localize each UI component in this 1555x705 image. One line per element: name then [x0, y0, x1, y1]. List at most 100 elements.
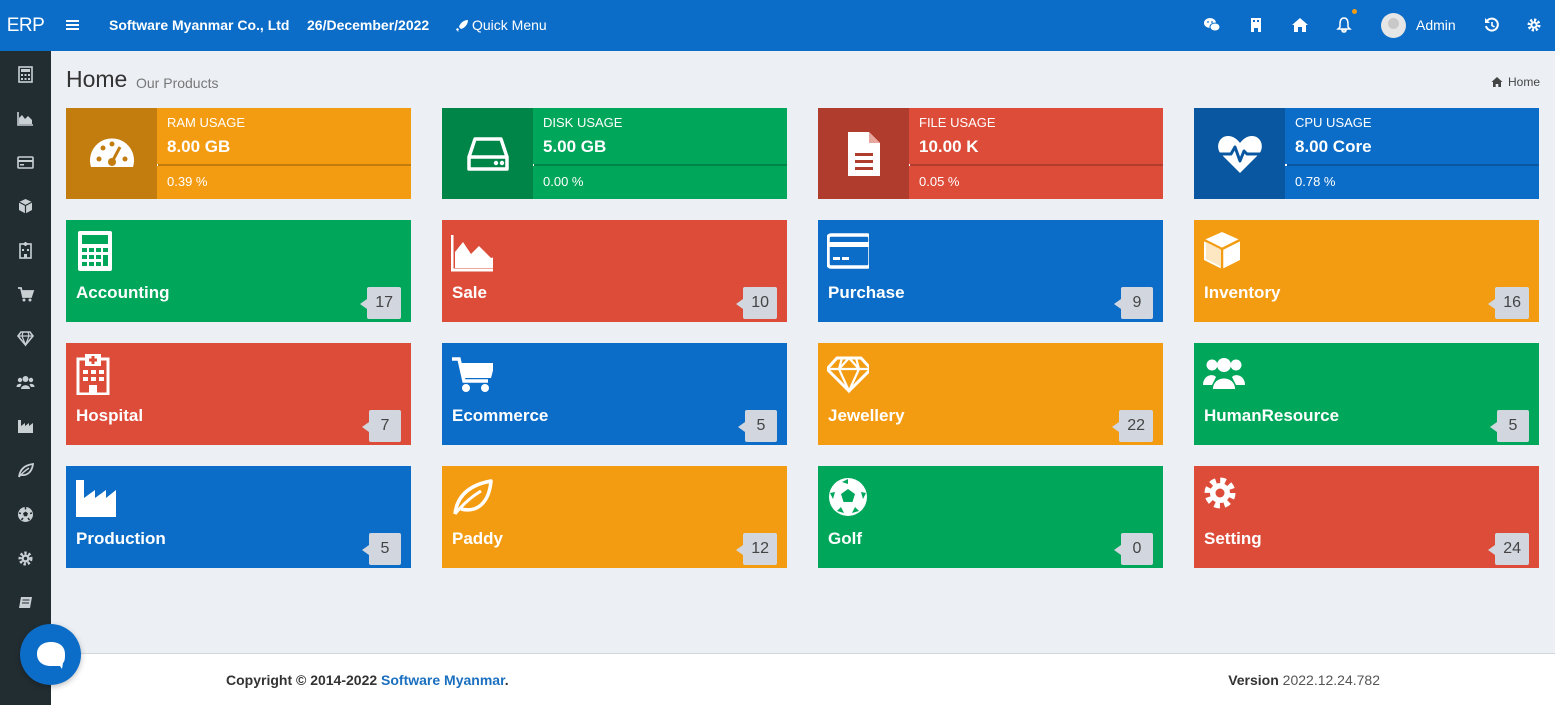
- leaf-icon: [451, 476, 493, 518]
- chat-widget-button[interactable]: [20, 624, 81, 685]
- module-label: Setting: [1204, 529, 1262, 548]
- disk-usage-value: 5.00 GB: [543, 137, 607, 156]
- module-count-badge: 5: [738, 410, 777, 442]
- module-label: Inventory: [1204, 283, 1281, 302]
- soccer-ball-icon: [827, 476, 869, 518]
- cpu-usage-percent: 0.78 %: [1295, 174, 1336, 189]
- disk-usage-percent: 0.00 %: [543, 174, 584, 189]
- file-usage-progress: [909, 164, 1163, 166]
- ram-usage-percent: 0.39 %: [167, 174, 208, 189]
- sidebar-gear-icon[interactable]: [16, 549, 35, 568]
- sidebar-soccer-ball-icon[interactable]: [16, 505, 35, 524]
- sidebar-industry-icon[interactable]: [16, 417, 35, 436]
- module-tile-purchase[interactable]: Purchase 9: [818, 220, 1163, 322]
- module-tile-inventory[interactable]: Inventory 16: [1194, 220, 1539, 322]
- area-chart-icon: [451, 230, 493, 272]
- app-logo[interactable]: ERP: [0, 0, 51, 51]
- file-icon: [818, 108, 909, 199]
- sidebar-hospital-icon[interactable]: [16, 241, 35, 260]
- module-label: Purchase: [828, 283, 905, 302]
- module-count-badge: 0: [1114, 533, 1153, 565]
- disk-usage-progress-fill: [533, 164, 535, 166]
- gear-icon: [1203, 476, 1245, 518]
- menu-toggle-icon[interactable]: [64, 16, 82, 34]
- cpu-usage-box: CPU USAGE 8.00 Core 0.78 %: [1194, 108, 1539, 199]
- module-label: Jewellery: [828, 406, 905, 425]
- module-label: Production: [76, 529, 166, 548]
- sidebar-users-icon[interactable]: [16, 373, 35, 392]
- module-tile-sale[interactable]: Sale 10: [442, 220, 787, 322]
- module-tile-setting[interactable]: Setting 24: [1194, 466, 1539, 568]
- disk-usage-label: DISK USAGE: [543, 115, 623, 130]
- cpu-usage-value: 8.00 Core: [1295, 137, 1372, 156]
- cpu-usage-progress: [1285, 164, 1539, 166]
- breadcrumb-home[interactable]: Home: [1508, 75, 1540, 89]
- industry-icon: [75, 476, 117, 518]
- file-usage-label: FILE USAGE: [919, 115, 996, 130]
- module-count-badge: 5: [1490, 410, 1529, 442]
- sidebar-leaf-icon[interactable]: [16, 461, 35, 480]
- module-count-badge: 16: [1488, 287, 1529, 319]
- quick-menu-link[interactable]: Quick Menu: [455, 0, 547, 51]
- breadcrumb[interactable]: Home: [1491, 75, 1540, 89]
- calculator-icon: [75, 230, 117, 272]
- hdd-icon: [442, 108, 533, 199]
- settings-gear-icon[interactable]: [1525, 16, 1543, 34]
- ram-usage-value: 8.00 GB: [167, 137, 231, 156]
- bell-icon[interactable]: [1335, 16, 1353, 34]
- module-label: HumanResource: [1204, 406, 1340, 425]
- current-date: 26/December/2022: [307, 17, 430, 33]
- module-tile-paddy[interactable]: Paddy 12: [442, 466, 787, 568]
- sidebar-credit-card-icon[interactable]: [16, 153, 35, 172]
- sidebar-calculator-icon[interactable]: [16, 65, 35, 84]
- diamond-icon: [827, 353, 869, 395]
- module-count-badge: 22: [1112, 410, 1153, 442]
- cart-icon: [451, 353, 493, 395]
- sidebar-diamond-icon[interactable]: [16, 329, 35, 348]
- module-tile-accounting[interactable]: Accounting 17: [66, 220, 411, 322]
- home-icon[interactable]: [1291, 16, 1309, 34]
- file-usage-value: 10.00 K: [919, 137, 979, 156]
- quick-menu-label: Quick Menu: [472, 17, 547, 33]
- cube-icon: [1203, 230, 1245, 272]
- cpu-usage-label: CPU USAGE: [1295, 115, 1372, 130]
- rocket-icon: [456, 19, 468, 32]
- copyright-text: Copyright © 2014-2022: [226, 672, 382, 688]
- ram-usage-label: RAM USAGE: [167, 115, 246, 130]
- module-count-badge: 9: [1114, 287, 1153, 319]
- ram-usage-box: RAM USAGE 8.00 GB 0.39 %: [66, 108, 411, 199]
- users-icon: [1203, 353, 1245, 395]
- top-navbar: ERP Software Myanmar Co., Ltd 26/Decembe…: [0, 0, 1555, 51]
- module-tile-hospital[interactable]: Hospital 7: [66, 343, 411, 445]
- module-count-badge: 24: [1488, 533, 1529, 565]
- building-icon[interactable]: [1247, 16, 1265, 34]
- disk-usage-box: DISK USAGE 5.00 GB 0.00 %: [442, 108, 787, 199]
- disk-usage-progress: [533, 164, 787, 166]
- module-label: Accounting: [76, 283, 170, 302]
- module-tile-humanresource[interactable]: HumanResource 5: [1194, 343, 1539, 445]
- sidebar-book-icon[interactable]: [16, 593, 35, 612]
- module-tile-jewellery[interactable]: Jewellery 22: [818, 343, 1163, 445]
- notification-dot: [1352, 9, 1357, 14]
- module-tile-production[interactable]: Production 5: [66, 466, 411, 568]
- ram-usage-progress: [157, 164, 411, 166]
- module-tile-ecommerce[interactable]: Ecommerce 5: [442, 343, 787, 445]
- module-label: Ecommerce: [452, 406, 549, 425]
- copyright-period: .: [504, 672, 509, 688]
- sidebar-area-chart-icon[interactable]: [16, 109, 35, 128]
- sidebar-cart-icon[interactable]: [16, 285, 35, 304]
- wechat-icon[interactable]: [1203, 16, 1221, 34]
- history-icon[interactable]: [1483, 16, 1501, 34]
- avatar[interactable]: [1381, 13, 1406, 38]
- file-usage-percent: 0.05 %: [919, 174, 960, 189]
- user-name[interactable]: Admin: [1416, 0, 1456, 51]
- module-tile-golf[interactable]: Golf 0: [818, 466, 1163, 568]
- credit-card-icon: [827, 230, 869, 272]
- version-number: 2022.12.24.782: [1282, 672, 1380, 688]
- sidebar-cube-icon[interactable]: [16, 197, 35, 216]
- module-count-badge: 7: [362, 410, 401, 442]
- module-count-badge: 5: [362, 533, 401, 565]
- dashboard-icon: [66, 108, 157, 199]
- company-link[interactable]: Software Myanmar: [381, 672, 505, 688]
- module-count-badge: 17: [360, 287, 401, 319]
